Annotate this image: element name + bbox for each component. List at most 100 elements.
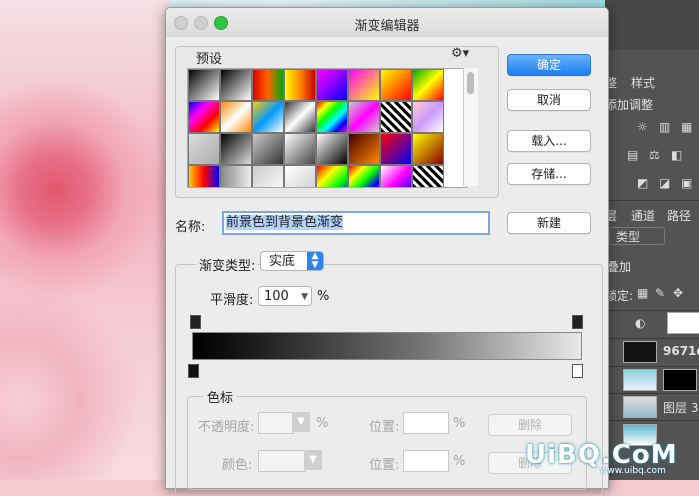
preset-swatch[interactable] — [412, 101, 444, 133]
preset-swatch[interactable] — [380, 101, 412, 133]
presets-label: 预设 — [196, 52, 223, 67]
preset-swatch[interactable] — [380, 69, 412, 101]
tab-paths[interactable]: 路径 — [667, 207, 691, 224]
preset-swatch[interactable] — [348, 69, 380, 101]
color-swatch-field[interactable] — [258, 450, 306, 472]
layer-thumb-sky[interactable] — [623, 369, 657, 391]
preset-swatch[interactable] — [316, 133, 348, 165]
tab-channels[interactable]: 通道 — [631, 207, 655, 224]
layer-thumb-fill[interactable] — [667, 312, 699, 334]
opacity-location-label: 位置: — [369, 420, 400, 435]
preset-swatch[interactable] — [188, 101, 220, 133]
delete-opacity-stop-button[interactable]: 删除 — [488, 414, 572, 436]
balance-icon[interactable]: ⚖ — [649, 148, 660, 162]
chevron-down-icon[interactable]: ▼ — [292, 412, 310, 432]
lock-pixels-icon[interactable]: ▦ — [637, 286, 648, 300]
chevron-down-icon[interactable]: ▼ — [304, 450, 322, 470]
preset-swatch[interactable] — [348, 165, 380, 187]
cancel-button[interactable]: 取消 — [507, 89, 591, 111]
preset-swatch[interactable] — [220, 69, 252, 101]
opacity-location-field[interactable] — [403, 412, 449, 434]
new-button[interactable]: 新建 — [507, 212, 591, 234]
opacity-label: 不透明度: — [198, 420, 255, 435]
ok-button[interactable]: 确定 — [507, 54, 591, 76]
color-location-unit: % — [453, 454, 466, 469]
lock-label: 锁定: — [605, 289, 634, 303]
preset-swatch[interactable] — [348, 133, 380, 165]
color-location-label: 位置: — [369, 458, 400, 473]
opacity-stop-right[interactable] — [572, 315, 583, 329]
color-stops-label: 色标 — [204, 387, 237, 406]
preset-swatch[interactable] — [316, 165, 348, 187]
layer-thumb-3[interactable] — [623, 396, 657, 418]
color-label: 颜色: — [222, 458, 253, 473]
scrollbar-thumb[interactable] — [467, 72, 474, 94]
opacity-field[interactable] — [258, 412, 294, 434]
preset-swatch[interactable] — [252, 69, 284, 101]
layer-thumb-9671d[interactable] — [623, 341, 657, 363]
photoshop-panels: 整 样式 添加调整 ☼ ▥ ▦ ▤ ⚖ ◧ ◩ ◪ ▣ 层 通道 路径 类型 叠… — [605, 0, 699, 480]
gradient-bar[interactable] — [192, 332, 582, 360]
color-stop-left[interactable] — [188, 364, 199, 378]
levels-icon[interactable]: ▥ — [659, 120, 670, 134]
smoothness-unit: % — [317, 289, 330, 304]
watermark-url: www.uibq.com — [600, 466, 666, 476]
color-stop-right[interactable] — [572, 364, 583, 378]
layer-filter-select[interactable]: 类型 — [609, 227, 665, 245]
preset-swatch[interactable] — [380, 133, 412, 165]
layer-name-3[interactable]: 图层 3 — [663, 399, 698, 416]
preset-swatch[interactable] — [284, 165, 316, 187]
preset-swatch[interactable] — [316, 69, 348, 101]
blend-mode-select[interactable]: 叠加 — [607, 258, 631, 275]
background-rose-photo — [0, 0, 170, 480]
layer-name-9671d[interactable]: 9671d — [663, 344, 699, 358]
color-location-field[interactable] — [403, 450, 449, 472]
curves-icon[interactable]: ▦ — [681, 120, 692, 134]
preset-swatch[interactable] — [220, 133, 252, 165]
invert-icon[interactable]: ◩ — [637, 176, 648, 190]
preset-swatch[interactable] — [188, 165, 220, 187]
preset-swatch[interactable] — [316, 101, 348, 133]
name-field[interactable]: 前景色到背景色渐变 — [222, 211, 490, 235]
preset-swatch[interactable] — [188, 69, 220, 101]
layer-mask-thumb[interactable] — [663, 369, 697, 391]
preset-swatch[interactable] — [220, 101, 252, 133]
preset-swatch[interactable] — [412, 165, 444, 187]
preset-swatch[interactable] — [284, 69, 316, 101]
title-bar[interactable]: 渐变编辑器 — [166, 8, 608, 37]
gradient-editor-dialog: 渐变编辑器 预设 ⚙▾ 确定 取消 载入... 存储... 名称: 前景色到背景… — [165, 7, 609, 496]
chevron-down-icon: ▼ — [301, 292, 308, 302]
preset-swatch[interactable] — [252, 133, 284, 165]
preset-swatch[interactable] — [220, 165, 252, 187]
opacity-unit: % — [316, 416, 329, 431]
preset-swatch[interactable] — [348, 101, 380, 133]
preset-swatch[interactable] — [412, 69, 444, 101]
name-value: 前景色到背景色渐变 — [226, 215, 344, 230]
hue-icon[interactable]: ▤ — [627, 148, 638, 162]
smoothness-select[interactable]: 100 ▼ — [258, 286, 312, 306]
lock-brush-icon[interactable]: ✎ — [655, 286, 665, 300]
preset-swatch[interactable] — [252, 101, 284, 133]
gear-icon[interactable]: ⚙▾ — [451, 46, 469, 61]
posterize-icon[interactable]: ◪ — [659, 176, 670, 190]
preset-swatch[interactable] — [284, 133, 316, 165]
opacity-location-unit: % — [453, 416, 466, 431]
gradient-type-select[interactable]: 实底 ▲ ▼ — [260, 251, 324, 271]
gradient-type-label: 渐变类型: — [196, 255, 259, 274]
threshold-icon[interactable]: ▣ — [681, 176, 692, 190]
preset-swatch[interactable] — [412, 133, 444, 165]
bw-icon[interactable]: ◧ — [671, 148, 682, 162]
brightness-icon[interactable]: ☼ — [637, 120, 648, 134]
preset-swatch[interactable] — [380, 165, 412, 187]
save-button[interactable]: 存储... — [507, 163, 591, 185]
add-adjustment-label: 添加调整 — [605, 98, 654, 112]
preset-swatch[interactable] — [284, 101, 316, 133]
preset-swatch[interactable] — [188, 133, 220, 165]
load-button[interactable]: 载入... — [507, 130, 591, 152]
tab-styles[interactable]: 样式 — [631, 74, 655, 91]
preset-swatches — [187, 68, 467, 188]
preset-swatch[interactable] — [252, 165, 284, 187]
opacity-stop-left[interactable] — [190, 315, 201, 329]
lock-move-icon[interactable]: ✥ — [673, 286, 683, 300]
presets-scrollbar[interactable] — [463, 68, 478, 186]
